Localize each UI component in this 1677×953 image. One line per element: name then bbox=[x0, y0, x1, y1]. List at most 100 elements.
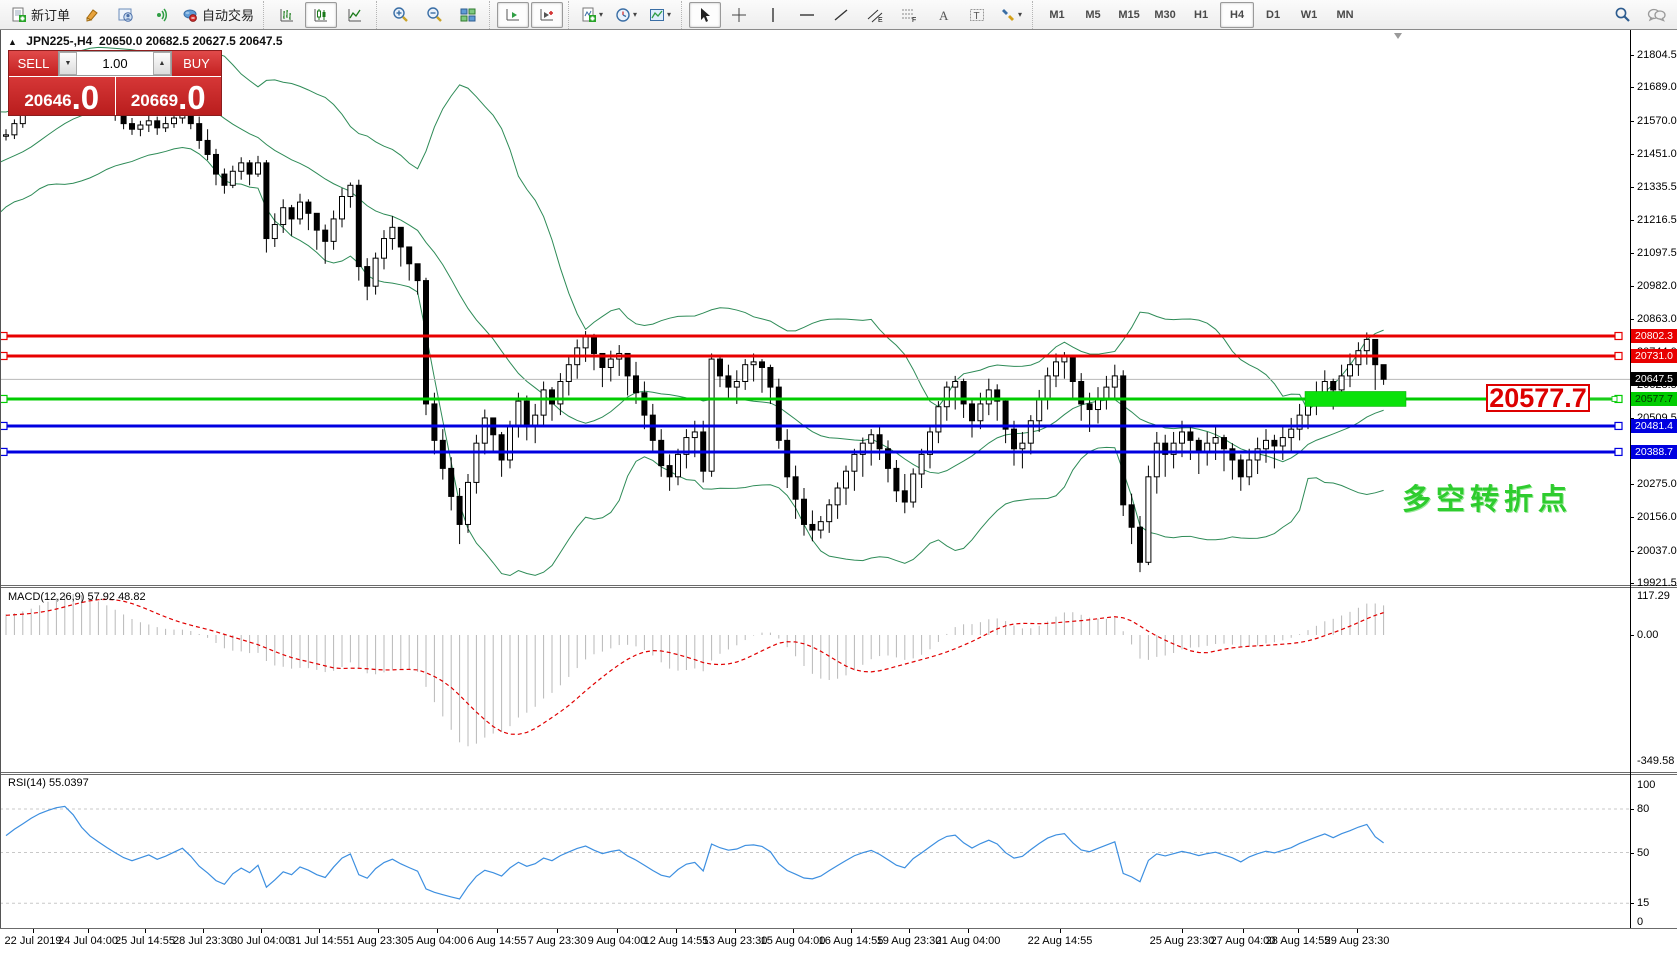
timeframe-m5-button[interactable]: M5 bbox=[1076, 2, 1110, 28]
rsi-tick bbox=[1630, 903, 1634, 904]
timeframe-m30-button[interactable]: M30 bbox=[1148, 2, 1182, 28]
chart-shift-marker[interactable] bbox=[1394, 33, 1402, 39]
rsi-pane[interactable] bbox=[0, 775, 1630, 928]
periods-button[interactable]: ▾ bbox=[610, 2, 642, 28]
price-callout-box[interactable]: 20577.7 bbox=[1486, 384, 1590, 412]
candle-body bbox=[214, 154, 219, 174]
candle-body bbox=[793, 477, 798, 499]
rsi-label: RSI(14) 55.0397 bbox=[8, 777, 89, 789]
candle-body bbox=[1339, 376, 1344, 390]
text-button[interactable]: A bbox=[927, 2, 959, 28]
candle-body bbox=[1138, 527, 1143, 562]
macd-canvas[interactable] bbox=[0, 588, 1630, 772]
line-anchor[interactable] bbox=[0, 395, 7, 402]
ohlc-open: 20650.0 bbox=[99, 34, 142, 48]
timeframe-h1-button[interactable]: H1 bbox=[1184, 2, 1218, 28]
volume-down-button[interactable]: ▼ bbox=[59, 52, 77, 75]
volume-up-button[interactable]: ▲ bbox=[153, 52, 171, 75]
time-tick bbox=[261, 929, 262, 933]
sell-price[interactable]: 20646 .0 bbox=[9, 77, 116, 115]
channel-button[interactable]: E bbox=[859, 2, 891, 28]
time-axis[interactable]: 22 Jul 201924 Jul 04:0025 Jul 14:5528 Ju… bbox=[0, 928, 1677, 953]
line-anchor[interactable] bbox=[0, 422, 7, 429]
auto-scroll-icon bbox=[505, 7, 521, 23]
text-label-button[interactable]: T bbox=[961, 2, 993, 28]
price-tick-label: 21804.5 bbox=[1637, 49, 1677, 61]
candle-body bbox=[1087, 404, 1092, 410]
time-tick bbox=[33, 929, 34, 933]
volume-value[interactable]: 1.00 bbox=[77, 52, 153, 75]
candle-body bbox=[121, 115, 126, 123]
line-anchor[interactable] bbox=[1615, 448, 1622, 455]
price-axis-line[interactable] bbox=[1630, 30, 1631, 928]
indicators-button[interactable]: ▾ bbox=[576, 2, 608, 28]
line-anchor[interactable] bbox=[0, 333, 7, 340]
timeframe-mn-button[interactable]: MN bbox=[1328, 2, 1362, 28]
new-order-label: 新订单 bbox=[31, 5, 70, 24]
cursor-button[interactable] bbox=[689, 2, 721, 28]
chart-shift-button[interactable] bbox=[531, 2, 563, 28]
price-tick bbox=[1630, 551, 1634, 552]
tile-windows-button[interactable] bbox=[452, 2, 484, 28]
timeframe-d1-button[interactable]: D1 bbox=[1256, 2, 1290, 28]
time-tick bbox=[319, 929, 320, 933]
fibonacci-button[interactable]: F bbox=[893, 2, 925, 28]
signal-button[interactable] bbox=[144, 2, 176, 28]
line-anchor[interactable] bbox=[0, 448, 7, 455]
time-tick bbox=[909, 929, 910, 933]
line-anchor[interactable] bbox=[0, 352, 7, 359]
candle-body bbox=[734, 382, 739, 388]
line-anchor[interactable] bbox=[1615, 333, 1622, 340]
templates-button[interactable]: ▾ bbox=[644, 2, 676, 28]
candle-body bbox=[298, 202, 303, 219]
time-axis-label: 6 Aug 14:55 bbox=[468, 935, 527, 947]
toolbar-group-timeframes: M1M5M15M30H1H4D1W1MN bbox=[1032, 1, 1367, 29]
autotrading-button[interactable]: 自动交易 bbox=[178, 2, 258, 28]
search-button[interactable] bbox=[1606, 2, 1638, 28]
highlight-rectangle[interactable] bbox=[1305, 391, 1406, 406]
candle-body bbox=[1037, 398, 1042, 420]
zoom-in-button[interactable] bbox=[384, 2, 416, 28]
candle-body bbox=[524, 401, 529, 426]
macd-tick bbox=[1630, 635, 1634, 636]
candle-body bbox=[986, 390, 991, 404]
candlestick-button[interactable] bbox=[305, 2, 337, 28]
price-chart-canvas[interactable] bbox=[0, 30, 1630, 585]
highlighter-button[interactable] bbox=[76, 2, 108, 28]
candle-body bbox=[222, 174, 227, 185]
new-order-button[interactable]: 新订单 bbox=[7, 2, 74, 28]
bollinger-lower-band bbox=[0, 148, 1384, 576]
autotrading-label: 自动交易 bbox=[202, 5, 254, 24]
vertical-line-button[interactable] bbox=[757, 2, 789, 28]
auto-scroll-button[interactable] bbox=[497, 2, 529, 28]
chat-button[interactable] bbox=[1640, 2, 1672, 28]
turning-point-annotation[interactable]: 多空转折点 bbox=[1402, 476, 1572, 518]
line-chart-button[interactable] bbox=[339, 2, 371, 28]
price-tick bbox=[1630, 87, 1634, 88]
timeframe-h4-button[interactable]: H4 bbox=[1220, 2, 1254, 28]
buy-price[interactable]: 20669 .0 bbox=[116, 77, 222, 115]
timeframe-m15-button[interactable]: M15 bbox=[1112, 2, 1146, 28]
bar-chart-button[interactable] bbox=[271, 2, 303, 28]
macd-pane[interactable] bbox=[0, 588, 1630, 772]
new-order-icon bbox=[11, 7, 27, 23]
rsi-canvas[interactable] bbox=[0, 775, 1630, 928]
price-tick bbox=[1630, 286, 1634, 287]
candle-body bbox=[1112, 376, 1117, 387]
crosshair-button[interactable] bbox=[723, 2, 755, 28]
timeframe-w1-button[interactable]: W1 bbox=[1292, 2, 1326, 28]
candle-body bbox=[776, 387, 781, 440]
zoom-out-button[interactable] bbox=[418, 2, 450, 28]
trendline-button[interactable] bbox=[825, 2, 857, 28]
market-watch-button[interactable] bbox=[110, 2, 142, 28]
line-anchor[interactable] bbox=[1615, 352, 1622, 359]
buy-button[interactable]: BUY bbox=[172, 51, 221, 76]
line-anchor[interactable] bbox=[1615, 422, 1622, 429]
arrows-button[interactable]: ▾ bbox=[995, 2, 1027, 28]
sell-button[interactable]: SELL bbox=[9, 51, 58, 76]
candle-body bbox=[768, 367, 773, 387]
main-chart-pane[interactable] bbox=[0, 30, 1630, 585]
horizontal-line-button[interactable] bbox=[791, 2, 823, 28]
timeframe-m1-button[interactable]: M1 bbox=[1040, 2, 1074, 28]
collapse-ohlc-icon[interactable]: ▲ bbox=[8, 37, 17, 47]
